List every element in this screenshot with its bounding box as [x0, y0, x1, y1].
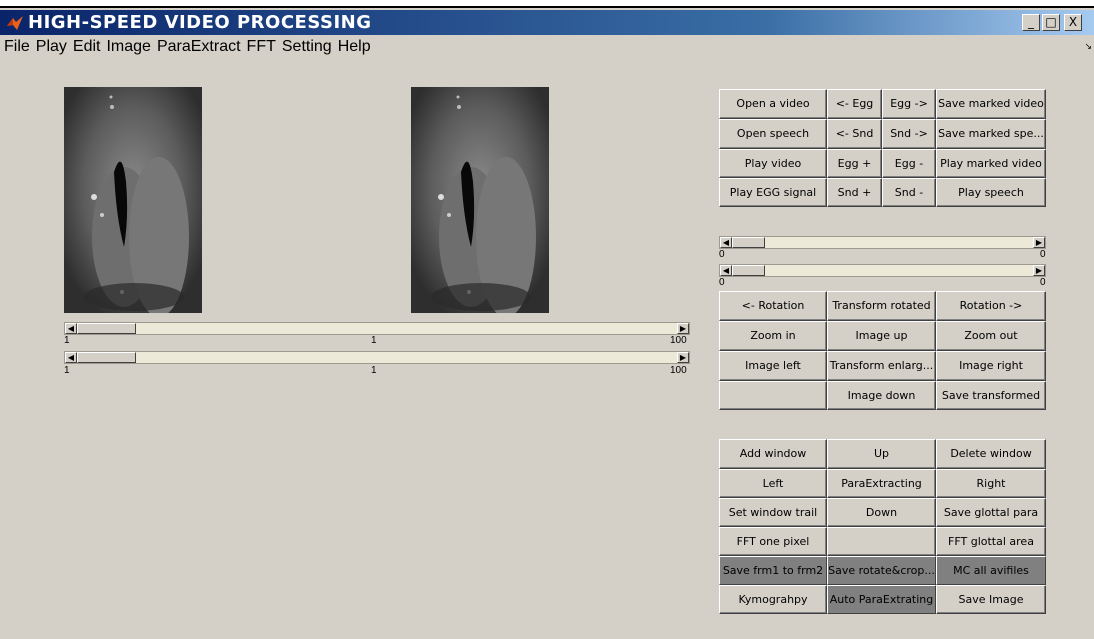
window-title: HIGH-SPEED VIDEO PROCESSING [28, 12, 372, 33]
left-button[interactable]: Left [719, 469, 827, 498]
fft-glottal-area-button[interactable]: FFT glottal area [936, 527, 1046, 556]
set-window-trail-button[interactable]: Set window trail [719, 498, 827, 527]
paraextracting-button[interactable]: ParaExtracting [827, 469, 936, 498]
menu-play[interactable]: Play [33, 35, 70, 59]
add-window-button[interactable]: Add window [719, 439, 827, 469]
menu-setting[interactable]: Setting [279, 35, 335, 59]
video-frame-left [64, 87, 202, 313]
menu-edit[interactable]: Edit [70, 35, 104, 59]
right-slider1-min-label: 0 [719, 249, 725, 260]
window-top-border [0, 0, 1094, 8]
egg-right-button[interactable]: Egg -> [882, 89, 936, 119]
slider-thumb[interactable] [732, 265, 765, 276]
right-button[interactable]: Right [936, 469, 1046, 498]
scroll-right-icon[interactable]: ▶ [1033, 265, 1045, 276]
scroll-left-icon[interactable]: ◀ [720, 237, 732, 248]
menu-overflow-icon[interactable]: ↘ [1084, 41, 1092, 52]
scroll-right-icon[interactable]: ▶ [677, 352, 689, 363]
up-button[interactable]: Up [827, 439, 936, 469]
image-left-button[interactable]: Image left [719, 351, 827, 381]
zoom-in-button[interactable]: Zoom in [719, 321, 827, 351]
menu-paraextract[interactable]: ParaExtract [154, 35, 244, 59]
menu-bar: File Play Edit Image ParaExtract FFT Setting He… [0, 35, 1094, 59]
save-transformed-button[interactable]: Save transformed [936, 381, 1046, 410]
frame-slider-1[interactable]: ◀ ▶ [64, 322, 690, 335]
play-video-button[interactable]: Play video [719, 149, 827, 178]
scroll-right-icon[interactable]: ▶ [1033, 237, 1045, 248]
maximize-button[interactable]: □ [1042, 14, 1060, 31]
right-slider-2[interactable]: ◀ ▶ [719, 264, 1046, 277]
scroll-left-icon[interactable]: ◀ [65, 323, 77, 334]
rotation-left-button[interactable]: <- Rotation [719, 291, 827, 321]
scroll-right-icon[interactable]: ▶ [677, 323, 689, 334]
snd-left-button[interactable]: <- Snd [827, 119, 882, 149]
delete-window-button[interactable]: Delete window [936, 439, 1046, 469]
down-button[interactable]: Down [827, 498, 936, 527]
slider-thumb[interactable] [732, 237, 765, 248]
frame-slider-2[interactable]: ◀ ▶ [64, 351, 690, 364]
save-frm1-to-frm2-button[interactable]: Save frm1 to frm2 [719, 556, 827, 585]
minimize-button[interactable]: _ [1022, 14, 1040, 31]
scroll-left-icon[interactable]: ◀ [720, 265, 732, 276]
save-image-button[interactable]: Save Image [936, 585, 1046, 614]
play-speech-button[interactable]: Play speech [936, 178, 1046, 207]
open-video-button[interactable]: Open a video [719, 89, 827, 119]
egg-left-button[interactable]: <- Egg [827, 89, 882, 119]
kymography-button[interactable]: Kymograhpy [719, 585, 827, 614]
image-down-button[interactable]: Image down [827, 381, 936, 410]
transform-enlarge-button[interactable]: Transform enlarg... [827, 351, 936, 381]
snd-minus-button[interactable]: Snd - [882, 178, 936, 207]
matlab-icon [7, 16, 23, 30]
blank-transform-button[interactable] [719, 381, 827, 410]
right-slider2-max-label: 0 [1040, 277, 1046, 288]
blank-window-button[interactable] [827, 527, 936, 556]
video-frame-right [411, 87, 549, 313]
slider1-max-label: 100 [670, 335, 687, 346]
play-egg-signal-button[interactable]: Play EGG signal [719, 178, 827, 207]
play-marked-video-button[interactable]: Play marked video [936, 149, 1046, 178]
right-slider-1[interactable]: ◀ ▶ [719, 236, 1046, 249]
snd-plus-button[interactable]: Snd + [827, 178, 882, 207]
slider2-min-label: 1 [64, 365, 70, 376]
menu-fft[interactable]: FFT [244, 35, 279, 59]
menu-image[interactable]: Image [103, 35, 153, 59]
save-glottal-para-button[interactable]: Save glottal para [936, 498, 1046, 527]
auto-paraextrating-button[interactable]: Auto ParaExtrating [827, 585, 936, 614]
slider2-value-label: 1 [371, 365, 377, 376]
rotation-right-button[interactable]: Rotation -> [936, 291, 1046, 321]
transform-rotated-button[interactable]: Transform rotated [827, 291, 936, 321]
image-up-button[interactable]: Image up [827, 321, 936, 351]
egg-minus-button[interactable]: Egg - [882, 149, 936, 178]
slider1-min-label: 1 [64, 335, 70, 346]
close-button[interactable]: X [1064, 14, 1082, 31]
save-marked-video-button[interactable]: Save marked video [936, 89, 1046, 119]
image-right-button[interactable]: Image right [936, 351, 1046, 381]
right-slider2-min-label: 0 [719, 277, 725, 288]
title-bar[interactable]: HIGH-SPEED VIDEO PROCESSING _ □ X [0, 10, 1094, 35]
slider-thumb[interactable] [77, 352, 136, 363]
slider1-value-label: 1 [371, 335, 377, 346]
slider2-max-label: 100 [670, 365, 687, 376]
snd-right-button[interactable]: Snd -> [882, 119, 936, 149]
fft-one-pixel-button[interactable]: FFT one pixel [719, 527, 827, 556]
scroll-left-icon[interactable]: ◀ [65, 352, 77, 363]
open-speech-button[interactable]: Open speech [719, 119, 827, 149]
menu-file[interactable]: File [0, 35, 33, 59]
right-slider1-max-label: 0 [1040, 249, 1046, 260]
save-marked-speech-button[interactable]: Save marked spe... [936, 119, 1046, 149]
zoom-out-button[interactable]: Zoom out [936, 321, 1046, 351]
save-rotate-crop-button[interactable]: Save rotate&crop... [827, 556, 936, 585]
menu-help[interactable]: Help [335, 35, 374, 59]
egg-plus-button[interactable]: Egg + [827, 149, 882, 178]
slider-thumb[interactable] [77, 323, 136, 334]
mc-all-avifiles-button[interactable]: MC all avifiles [936, 556, 1046, 585]
